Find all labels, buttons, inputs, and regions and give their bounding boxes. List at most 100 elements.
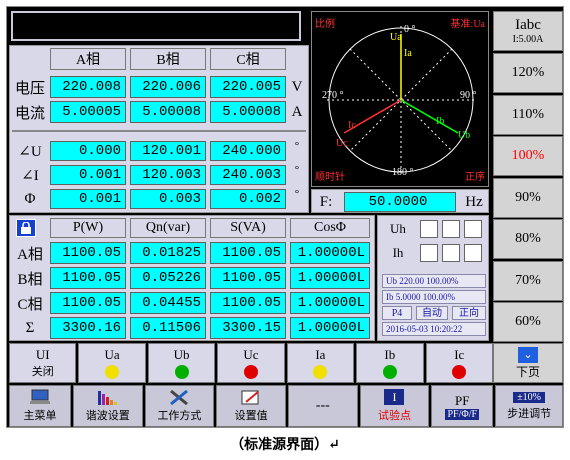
power-cell[interactable]: 1100.05 [210,242,286,264]
power-cell[interactable]: 0.11506 [130,317,206,339]
iabc-label: Iabc [515,17,541,33]
ih-box-1[interactable] [420,244,438,262]
angle-i-c[interactable]: 240.003 [210,165,286,185]
step-label: 步进调节 [507,407,552,420]
angle-i-a[interactable]: 0.001 [50,165,126,185]
deg0-label: 0 ° [404,24,416,35]
voltage-a[interactable]: 220.008 [50,76,126,98]
iabc-range: I:5.00A [512,34,544,45]
phi-b[interactable]: 0.003 [130,189,206,209]
angle-u-unit: ° [294,140,300,152]
ih-box-2[interactable] [442,244,460,262]
dashes-button[interactable]: --- [287,385,358,427]
switch-row: UI 关闭 Ua Ub Uc Ia Ib Ic [9,343,493,383]
header-c: C相 [210,48,286,70]
info-panel: Uh Ih Ub 220.00 100.00% Ib 5.0000 100.00… [377,215,489,341]
work-mode-label: 工作方式 [157,410,202,422]
work-mode-button[interactable]: 工作方式 [144,385,215,427]
pf-label: PF [455,392,470,408]
angle-u-b[interactable]: 120.001 [130,141,206,161]
freq-label: F: [319,193,333,210]
switch-ib[interactable]: Ib [356,343,424,383]
harmonic-label: 谐波设置 [85,410,130,422]
main-menu-button[interactable]: 主菜单 [9,385,71,427]
header-p: P(W) [50,218,126,238]
switch-ua[interactable]: Ua [78,343,146,383]
phi-label: Φ [24,190,36,207]
uh-box-3[interactable] [464,220,482,238]
voltage-c[interactable]: 220.005 [210,76,286,98]
pct-button[interactable]: 120% [493,53,563,93]
switch-ia[interactable]: Ia [286,343,355,383]
power-cell[interactable]: 0.04455 [130,292,206,314]
uh-box-2[interactable] [442,220,460,238]
pct-button[interactable]: 90% [493,177,563,218]
set-value-button[interactable]: 设置值 [216,385,286,427]
ih-box-3[interactable] [464,244,482,262]
computer-icon [29,389,50,404]
switch-title: Ua [104,347,120,362]
uh-box-1[interactable] [420,220,438,238]
top-display [11,11,301,41]
angle-u-c[interactable]: 240.000 [210,141,286,161]
current-c[interactable]: 5.00008 [210,101,286,123]
switch-ub[interactable]: Ub [147,343,216,383]
power-cell[interactable]: 1.00000L [290,267,370,289]
pct-button[interactable]: 80% [493,219,563,259]
header-a: A相 [50,48,126,70]
power-cell[interactable]: 1100.05 [50,267,126,289]
power-cell[interactable]: 1100.05 [210,267,286,289]
uh-label: Uh [390,221,406,236]
pct-button[interactable]: 110% [493,94,563,135]
status-led-icon [313,365,328,379]
step-button[interactable]: ±10% 步进调节 [495,385,563,427]
angle-u-a[interactable]: 0.000 [50,141,126,161]
power-cell[interactable]: 0.05226 [130,267,206,289]
angle-i-label: ∠I [21,167,39,184]
ub-info: Ub 220.00 100.00% [382,274,486,288]
ic-label: Ic [348,120,356,131]
current-b[interactable]: 5.00008 [130,101,206,123]
voltage-unit: V [291,78,303,95]
lock-icon[interactable] [16,219,36,237]
pct-button[interactable]: 100% [493,136,563,176]
voltage-b[interactable]: 220.006 [130,76,206,98]
phi-c[interactable]: 0.002 [210,189,286,209]
power-cell[interactable]: 1100.05 [50,242,126,264]
switch-uc[interactable]: Uc [217,343,285,383]
power-cell[interactable]: 0.01825 [130,242,206,264]
test-point-button[interactable]: I 试验点 [359,385,430,427]
power-cell[interactable]: 1.00000L [290,242,370,264]
switch-ui[interactable]: UI 关闭 [9,343,77,383]
status-led-icon [243,365,258,379]
power-cell[interactable]: 1100.05 [210,292,286,314]
edit-icon [241,390,259,405]
auto-info: 自动 [416,306,448,320]
power-row-label: C相 [17,296,43,313]
pf-button[interactable]: PF PF/Φ/F [431,385,494,427]
power-cell[interactable]: 1.00000L [290,317,370,339]
phi-a[interactable]: 0.001 [50,189,126,209]
header-cos: CosΦ [290,218,370,238]
power-cell[interactable]: 1100.05 [50,292,126,314]
spectrum-icon [97,391,117,405]
freq-unit: Hz [465,193,483,210]
p4-info: P4 [382,306,412,320]
switch-ic[interactable]: Ic [425,343,493,383]
iabc-button[interactable]: Iabc I:5.00A [493,11,563,51]
power-cell[interactable]: 1.00000L [290,292,370,314]
instrument-screen: A相 B相 C相 电压 220.008 220.006 220.005 V 电流… [6,6,564,428]
power-cell[interactable]: 3300.16 [50,317,126,339]
power-cell[interactable]: 3300.15 [210,317,286,339]
current-a[interactable]: 5.00005 [50,101,126,123]
pct-button[interactable]: 70% [493,260,563,301]
pct-button[interactable]: 60% [493,302,563,342]
switch-sub: 关闭 [31,366,54,378]
pf-sub-label: PF/Φ/F [445,408,480,420]
status-led-icon [382,365,397,379]
freq-value[interactable]: 50.0000 [344,192,456,212]
angle-i-b[interactable]: 120.003 [130,165,206,185]
harmonic-button[interactable]: 谐波设置 [72,385,143,427]
deg180-label: 180 ° [392,167,414,178]
page-down-button[interactable]: ⌄ 下页 [493,343,563,383]
